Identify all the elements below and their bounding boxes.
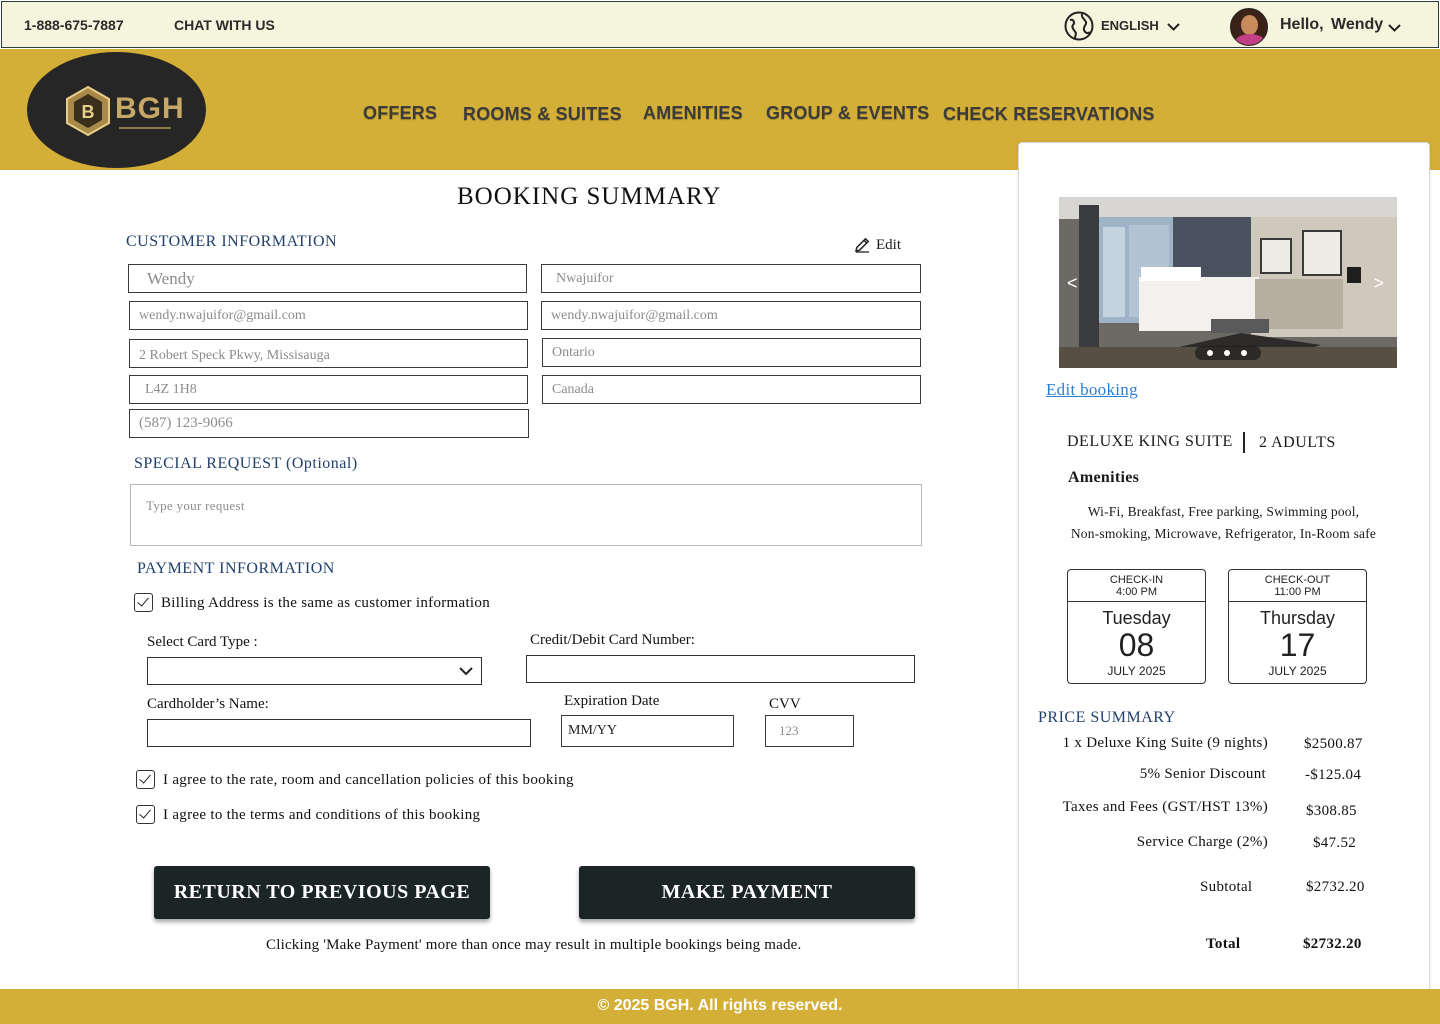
checkin-label: CHECK-IN [1109,574,1164,586]
expiry-label: Expiration Date [564,693,660,709]
billing-same-checkbox[interactable] [134,593,153,612]
greeting: Hello, [1280,16,1324,33]
checkin-date: 08 [1118,627,1155,663]
checkout-month: JULY 2025 [1268,664,1327,678]
checkin-month: JULY 2025 [1107,664,1166,678]
logo-text: BGH [115,92,185,125]
carousel-dots[interactable] [1195,346,1261,360]
chevron-down-icon[interactable] [1167,23,1180,31]
postal-code-field[interactable]: L4Z 1H8 [129,375,528,404]
divider [1243,432,1245,453]
checkout-day: Thursday [1259,608,1336,628]
price-line-label: Service Charge (2%) [1136,834,1268,850]
cardholder-input[interactable] [147,719,531,747]
cvv-input[interactable]: 123 [765,715,854,747]
top-utility-bar: 1-888-675-7887 CHAT WITH US ENGLISH Hell… [1,1,1439,48]
payment-info-heading: PAYMENT INFORMATION [137,560,335,577]
checkin-time: 4:00 PM [1116,586,1157,598]
nav-rooms-suites[interactable]: ROOMS & SUITES [463,104,622,125]
avatar[interactable] [1230,8,1268,46]
pencil-icon[interactable] [854,236,871,253]
price-summary-heading: PRICE SUMMARY [1038,709,1176,726]
cardholder-label: Cardholder’s Name: [147,696,269,712]
checkout-card: CHECK-OUT 11:00 PM Thursday 17 JULY 2025 [1228,569,1367,684]
agree-terms-label: I agree to the terms and conditions of t… [163,807,481,823]
amenities-heading: Amenities [1068,469,1140,486]
card-number-label: Credit/Debit Card Number: [530,632,695,648]
card-type-label: Select Card Type : [147,634,258,650]
edit-customer-button[interactable]: Edit [876,237,901,254]
checkout-time: 11:00 PM [1274,586,1321,598]
subtotal-label: Subtotal [1200,879,1253,895]
total-amount: $2732.20 [1303,936,1362,952]
agree-policies-checkbox[interactable] [136,770,155,789]
province-field[interactable]: Ontario [542,338,921,367]
amenities-line-2: Non-smoking, Microwave, Refrigerator, In… [1070,526,1377,541]
chevron-left-icon[interactable]: < [1067,273,1078,294]
agree-policies-label: I agree to the rate, room and cancellati… [163,772,574,788]
copyright: © 2025 BGH. All rights reserved. [597,997,843,1014]
phone-field[interactable]: (587) 123-9066 [129,409,529,438]
return-button[interactable]: RETURN TO PREVIOUS PAGE [154,866,490,919]
card-number-input[interactable] [526,655,915,683]
edit-booking-link[interactable]: Edit booking [1046,380,1138,400]
chevron-right-icon[interactable]: > [1373,273,1384,294]
total-label: Total [1206,936,1241,952]
special-request-heading: SPECIAL REQUEST (Optional) [134,455,358,472]
price-line-amount: $2500.87 [1304,736,1363,752]
expiry-input[interactable]: MM/YY [561,715,734,747]
checkout-date: 17 [1279,627,1316,663]
email-confirm-field[interactable]: wendy.nwajuifor@gmail.com [541,301,921,330]
nav-check-reservations[interactable]: CHECK RESERVATIONS [943,104,1155,125]
nav-amenities[interactable]: AMENITIES [643,103,743,124]
checkin-day: Tuesday [1102,608,1171,628]
payment-warning: Clicking 'Make Payment' more than once m… [266,937,802,953]
special-request-textarea[interactable]: Type your request [130,484,922,546]
email-field[interactable]: wendy.nwajuifor@gmail.com [129,301,528,330]
first-name-field[interactable]: Wendy [128,264,527,293]
customer-info-heading: CUSTOMER INFORMATION [126,233,338,250]
price-line-label: 1 x Deluxe King Suite (9 nights) [1062,735,1268,751]
room-image [1059,197,1397,368]
checkin-card: CHECK-IN 4:00 PM Tuesday 08 JULY 2025 [1067,569,1206,684]
room-photo: < > [1059,197,1397,368]
guest-count: 2 ADULTS [1259,434,1336,451]
room-type: DELUXE KING SUITE [1067,433,1233,450]
logo-emblem-icon: B [66,85,110,137]
price-line-label: 5% Senior Discount [1139,766,1266,782]
chat-link[interactable]: CHAT WITH US [174,17,275,33]
nav-group-events[interactable]: GROUP & EVENTS [766,103,930,124]
user-name[interactable]: Wendy [1331,16,1383,34]
logo[interactable]: B BGH [27,52,206,168]
price-line-amount: -$125.04 [1305,767,1362,783]
phone-number[interactable]: 1-888-675-7887 [24,17,124,33]
subtotal-amount: $2732.20 [1306,879,1365,895]
language-selector[interactable]: ENGLISH [1101,18,1159,33]
price-line-amount: $47.52 [1313,835,1357,851]
chevron-down-icon[interactable] [1388,24,1401,32]
nav-offers[interactable]: OFFERS [363,103,437,124]
footer: © 2025 BGH. All rights reserved. [0,989,1440,1024]
last-name-field[interactable]: Nwajuifor [541,264,921,293]
chevron-down-icon [459,667,473,676]
price-line-label: Taxes and Fees (GST/HST 13%) [1062,799,1268,815]
svg-text:B: B [82,102,95,122]
agree-terms-checkbox[interactable] [136,805,155,824]
country-field[interactable]: Canada [542,375,921,404]
page-title: BOOKING SUMMARY [457,183,722,210]
cvv-label: CVV [769,696,801,712]
make-payment-button[interactable]: MAKE PAYMENT [579,866,915,919]
amenities-line-1: Wi-Fi, Breakfast, Free parking, Swimming… [1087,504,1360,519]
price-line-amount: $308.85 [1306,803,1357,819]
address-field[interactable]: 2 Robert Speck Pkwy, Missisauga [129,339,528,368]
billing-same-label: Billing Address is the same as customer … [161,595,491,611]
checkout-label: CHECK-OUT [1264,574,1331,586]
globe-icon[interactable] [1064,11,1094,41]
card-type-select[interactable] [147,657,482,685]
